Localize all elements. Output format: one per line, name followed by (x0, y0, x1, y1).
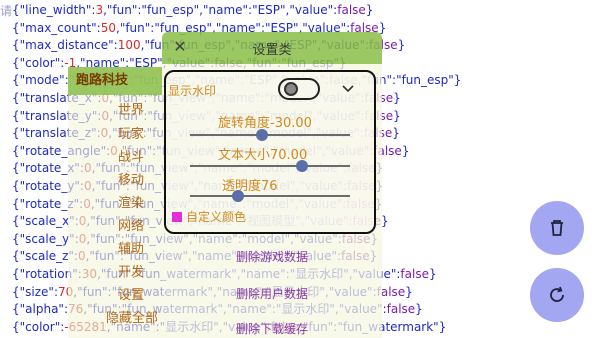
code-token: } (393, 91, 401, 105)
menu-item-network[interactable]: 网络 (118, 215, 144, 234)
code-token: } (393, 108, 401, 123)
menu-item-player[interactable]: 玩家 (118, 123, 144, 142)
menu-item-render[interactable]: 渲染 (118, 192, 144, 211)
code-token: {"line_width": (12, 3, 96, 17)
left-menu: 跑路科技 世界 玩家 战斗 移动 渲染 网络 辅助 开发 设置 隐藏全部 (68, 67, 162, 338)
delete-game-data-link[interactable]: 删除游戏数据 (162, 248, 382, 265)
delete-download-cache-link[interactable]: 删除下载缓存 (162, 320, 382, 337)
code-token: {"max_distance": (12, 38, 118, 53)
code-token: ,"fun":"fun_esp","name":"ESP","value": (103, 3, 338, 17)
menu-item-combat[interactable]: 战斗 (118, 146, 144, 165)
trash-icon (551, 220, 563, 236)
menu-item-develop[interactable]: 开发 (118, 261, 144, 280)
code-token: false (400, 267, 429, 281)
refresh-button[interactable] (530, 268, 584, 322)
rotation-slider-track[interactable] (190, 134, 350, 136)
color-swatch[interactable] (172, 212, 182, 222)
code-token: {"size": (12, 284, 58, 299)
code-line: {"line_width":3,"fun":"fun_esp","name":"… (12, 2, 373, 18)
rotation-label: 旋转角度-30.00 (218, 116, 312, 131)
code-token: 3 (95, 3, 104, 17)
code-token: } (365, 3, 374, 17)
size-slider-thumb[interactable] (296, 160, 308, 172)
alpha-slider-thumb[interactable] (232, 190, 244, 202)
menu-item-world[interactable]: 世界 (118, 99, 144, 118)
code-token: 50 (100, 20, 116, 35)
delete-button[interactable] (530, 201, 584, 255)
watermark-card: 显示水印 旋转角度-30.00 文本大小70.00 透明度76 自定义颜色 (164, 70, 376, 234)
chevron-down-icon[interactable] (342, 82, 354, 97)
watermark-toggle[interactable] (278, 78, 320, 100)
settings-header: ✕ 设置类 (162, 32, 382, 64)
menu-item-settings[interactable]: 设置 (118, 284, 144, 303)
code-token: false (337, 3, 366, 17)
code-token: } (415, 302, 423, 317)
leading-char: 请 (0, 4, 13, 18)
menu-header: 跑路科技 (68, 67, 162, 95)
code-token: {"alpha": (12, 302, 68, 317)
watermark-label: 显示水印 (168, 84, 217, 98)
app-screen: 请 {"line_width":3,"fun":"fun_esp","name"… (0, 0, 600, 338)
code-token: } (405, 284, 413, 299)
code-token: } (401, 143, 410, 158)
code-token: } (381, 214, 389, 229)
size-label: 文本大小70.00 (218, 148, 308, 163)
toggle-knob (284, 82, 298, 96)
menu-item-hide-all[interactable]: 隐藏全部 (106, 307, 158, 326)
menu-item-assist[interactable]: 辅助 (118, 238, 144, 257)
code-token: {"max_count": (12, 20, 101, 35)
code-token: } (397, 38, 406, 53)
code-token: } (392, 126, 400, 141)
alpha-label: 透明度76 (222, 179, 278, 194)
refresh-icon (550, 286, 564, 302)
code-token: } (428, 267, 437, 281)
rotation-slider-thumb[interactable] (256, 129, 268, 141)
code-token: 100 (117, 38, 141, 53)
menu-item-movement[interactable]: 移动 (118, 169, 144, 188)
settings-title: 设置类 (252, 43, 292, 58)
custom-color-label[interactable]: 自定义颜色 (186, 208, 246, 225)
code-token: {"color": (12, 55, 65, 70)
alpha-slider-track[interactable] (190, 195, 350, 197)
size-slider-track[interactable] (190, 165, 350, 167)
delete-user-data-link[interactable]: 删除用户数据 (162, 285, 382, 302)
code-token: {"color": (12, 319, 65, 334)
code-token: false (386, 302, 416, 317)
